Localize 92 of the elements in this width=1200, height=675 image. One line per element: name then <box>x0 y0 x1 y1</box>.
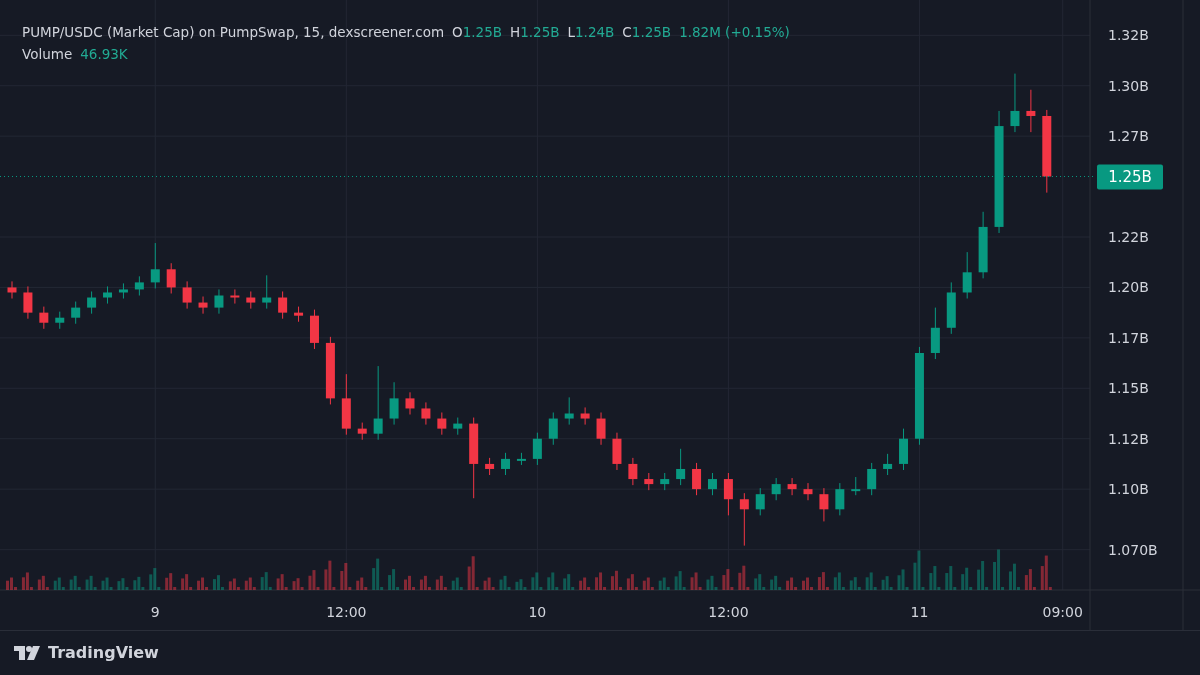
candlestick <box>899 428 908 471</box>
candlestick <box>294 306 304 323</box>
candlestick <box>692 462 702 496</box>
axis-label: 11 <box>910 604 929 620</box>
brand-name: TradingView <box>48 642 159 664</box>
candlestick <box>341 373 351 436</box>
candlestick <box>246 290 256 310</box>
candlestick <box>118 282 128 300</box>
candlestick <box>1026 89 1036 133</box>
axis-label: 1.17B <box>1108 329 1149 346</box>
candlestick <box>262 274 272 310</box>
candlestick <box>771 477 781 501</box>
candlestick <box>453 417 463 436</box>
axis-label: 12:00 <box>708 604 749 620</box>
axis-label: 1.15B <box>1108 380 1149 397</box>
candlestick <box>708 472 717 496</box>
axis-label: 1.20B <box>1108 279 1149 296</box>
ohlc-key: H <box>510 21 521 43</box>
axis-label: 1.30B <box>1108 77 1149 94</box>
axis-label: 10 <box>528 604 547 620</box>
candlestick <box>103 285 112 305</box>
candlestick <box>87 290 97 315</box>
candlestick <box>501 452 510 476</box>
axis-label: 1.12B <box>1108 430 1149 447</box>
candlestick <box>1010 73 1020 133</box>
candlestick <box>357 422 367 441</box>
ohlc-value: 1.25B <box>462 23 502 42</box>
candlestick <box>660 472 670 491</box>
candlestick <box>548 412 558 446</box>
candlestick <box>930 307 940 360</box>
candlestick <box>564 396 574 426</box>
candlestick <box>23 285 33 320</box>
candlestick <box>71 301 81 325</box>
candlestick <box>310 309 319 350</box>
candlestick <box>628 457 638 486</box>
ohlc-value: 1.24B <box>575 23 615 42</box>
axis-label: 9 <box>150 604 160 620</box>
candlestick <box>214 288 224 315</box>
axis-label: 12:00 <box>326 604 367 620</box>
candlestick <box>182 280 192 310</box>
candlestick <box>485 457 495 476</box>
price-badge: 1.25B <box>1097 164 1163 190</box>
candlestick <box>739 492 749 547</box>
axis-label: 1.32B <box>1108 27 1149 44</box>
ohlc-value: 1.25B <box>520 23 560 42</box>
axis-label: 1.070B <box>1108 541 1158 558</box>
ohlc-key: C <box>622 21 632 43</box>
candlestick <box>134 275 144 296</box>
candlestick <box>437 412 447 436</box>
axis-label: 09:00 <box>1042 604 1083 620</box>
ohlc-key: O <box>452 21 463 43</box>
candlestick <box>405 391 415 415</box>
candlestick <box>421 401 431 426</box>
candlestick <box>55 311 65 330</box>
candlestick <box>150 242 160 289</box>
price-change: 1.82M (+0.15%) <box>679 23 790 42</box>
candlestick <box>835 482 845 516</box>
candlestick <box>596 412 606 446</box>
candlestick <box>946 281 956 335</box>
candlestick <box>278 290 288 320</box>
candlestick <box>39 306 49 330</box>
chart-title: PUMP/USDC (Market Cap) on PumpSwap, 15, dexscreener.com <box>22 23 445 42</box>
candlestick <box>7 280 17 300</box>
candlestick <box>612 432 622 471</box>
candlestick <box>166 262 176 294</box>
candlestick <box>867 462 877 496</box>
candlestick <box>883 453 893 476</box>
candlestick <box>787 477 797 496</box>
candlestick <box>803 482 813 501</box>
candlestick <box>389 381 399 426</box>
ohlc-key: L <box>567 21 576 43</box>
candlestick <box>325 336 335 405</box>
candlestick <box>230 288 240 305</box>
candlestick <box>819 487 829 522</box>
candlestick <box>676 448 686 486</box>
candlestick <box>532 432 542 466</box>
candlestick <box>516 452 526 466</box>
candlestick <box>978 211 988 279</box>
axis-label: 1.27B <box>1108 128 1149 145</box>
candlestick <box>198 296 208 315</box>
candlestick <box>580 406 590 426</box>
candlestick <box>962 251 972 300</box>
axis-label: 1.10B <box>1108 481 1149 498</box>
volume-label: Volume <box>22 45 73 64</box>
logo-icon <box>14 646 40 660</box>
candlestick <box>723 472 733 516</box>
candlestick <box>644 472 654 491</box>
volume-value: 46.93K <box>80 45 128 64</box>
candlestick <box>851 476 861 496</box>
axis-label: 1.22B <box>1108 229 1149 245</box>
ohlc-value: 1.25B <box>631 23 672 42</box>
candlestick <box>755 487 765 516</box>
